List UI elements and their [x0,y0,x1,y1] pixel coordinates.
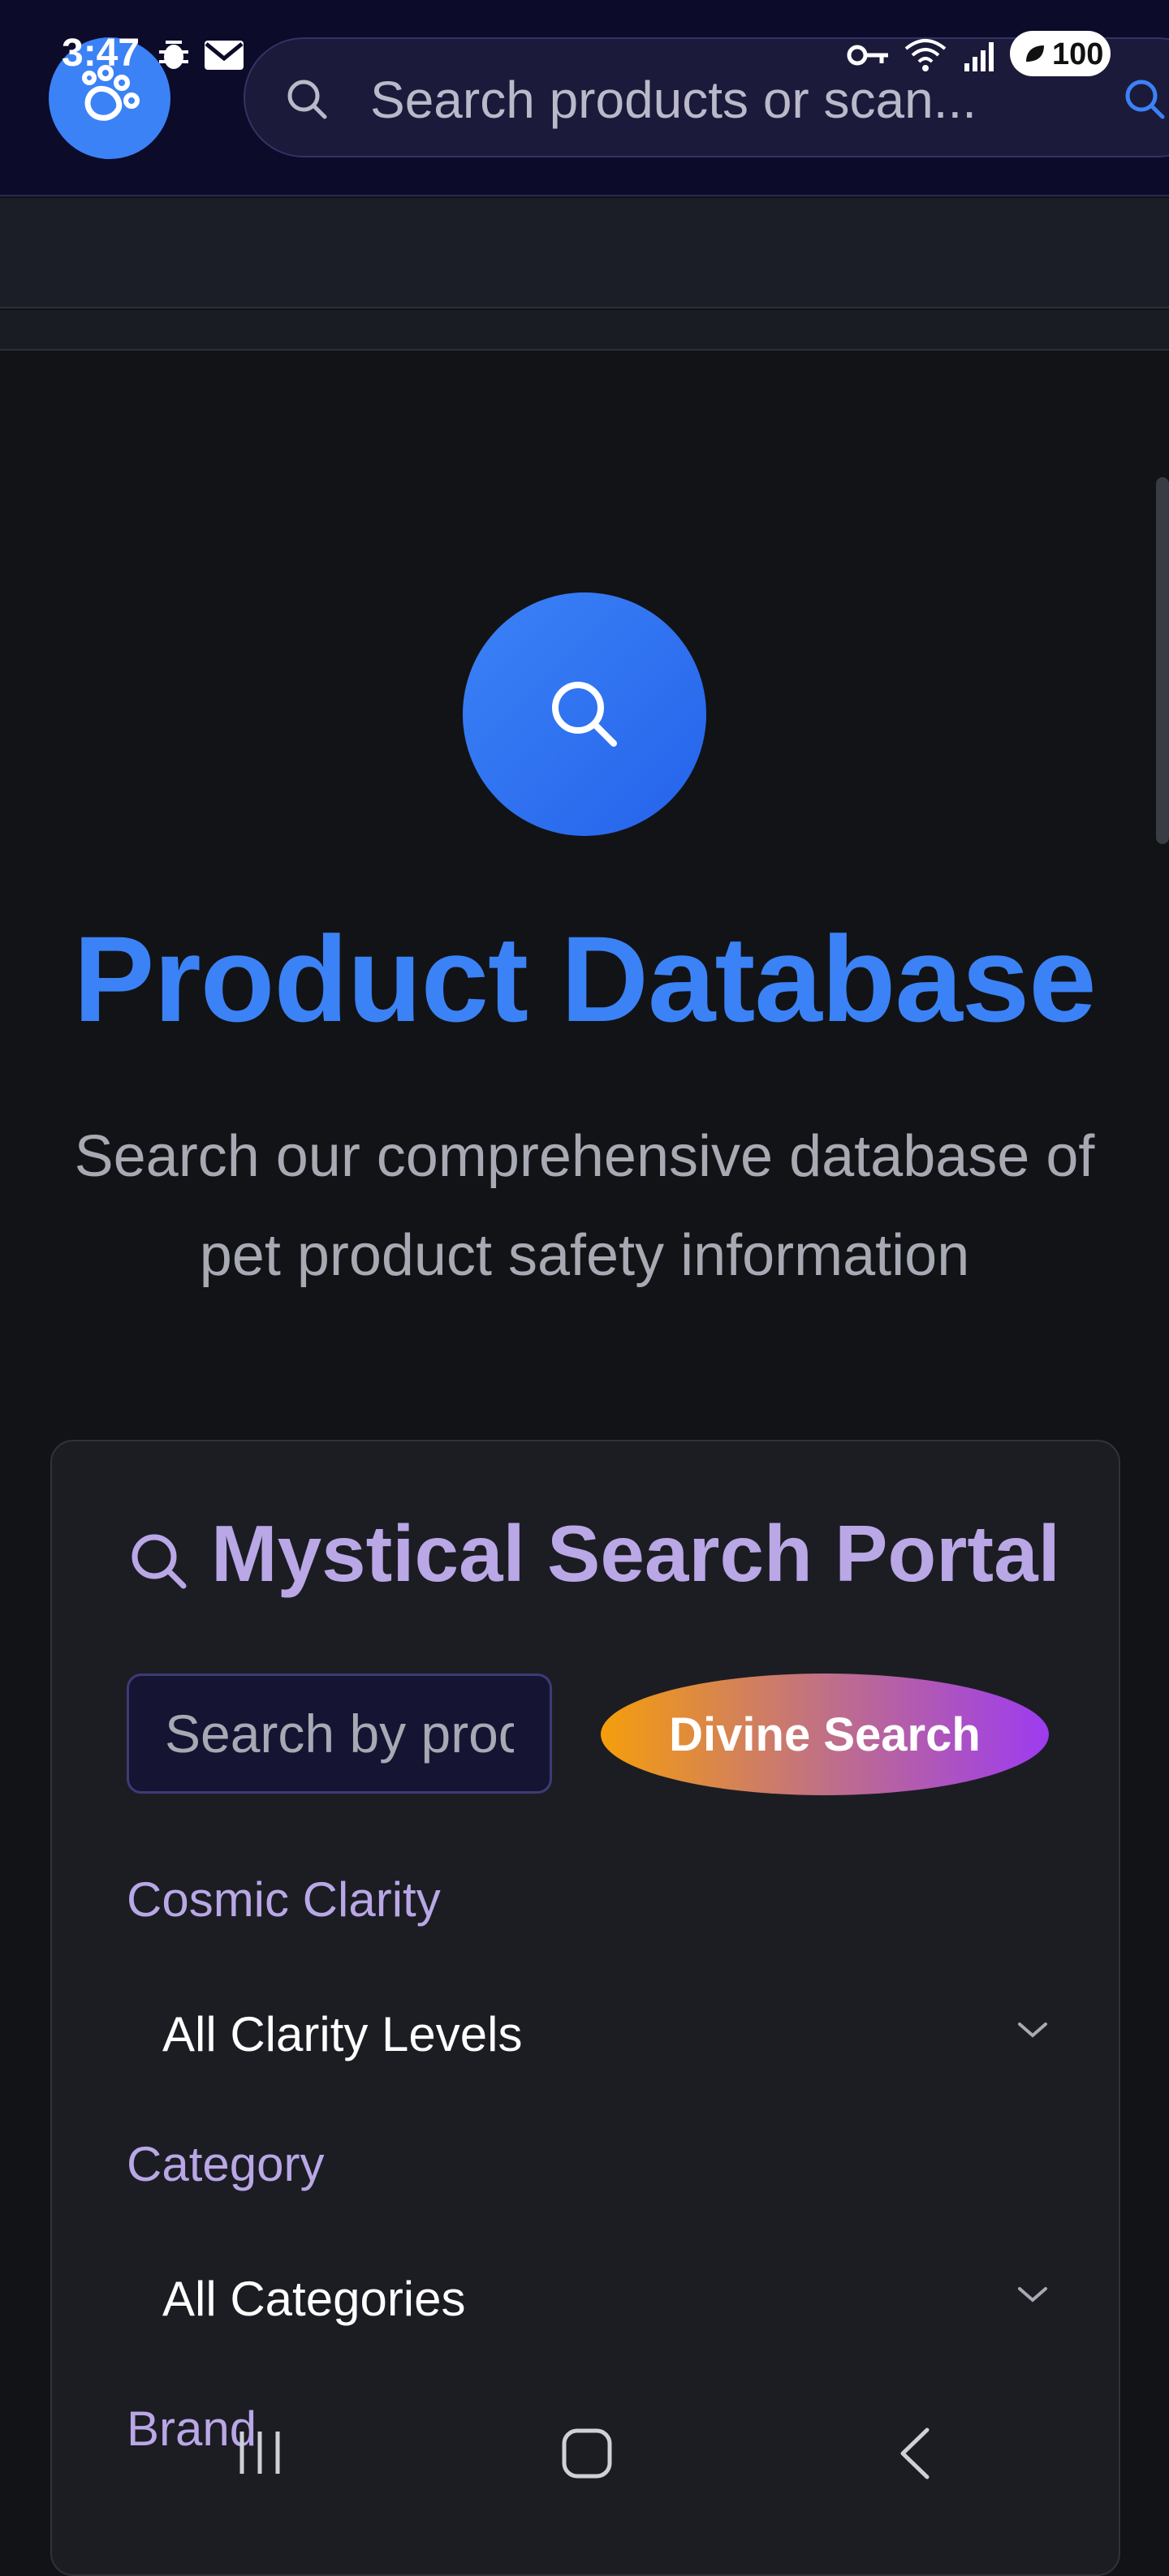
leaf-icon [1026,45,1044,62]
recent-apps-icon[interactable] [235,2425,284,2486]
status-time: 3:47 [62,32,140,75]
status-notification-icons [154,36,252,79]
cosmic-clarity-value: All Clarity Levels [162,2007,523,2061]
card-title: Mystical Search Portal [211,1509,1060,1598]
system-nav-bar [0,2402,1169,2532]
cosmic-clarity-select[interactable]: All Clarity Levels [127,1972,1085,2094]
cosmic-clarity-label: Cosmic Clarity [127,1872,441,1927]
battery-level: 100 [1052,37,1104,71]
divine-search-button[interactable]: Divine Search [601,1674,1049,1795]
status-system-icons [844,31,1007,80]
key-icon [847,45,888,66]
category-select[interactable]: All Categories [127,2237,1085,2358]
bug-icon [159,41,188,69]
sub-strip [0,310,1169,351]
chevron-down-icon [1016,2021,1049,2044]
wifi-icon [904,39,947,71]
tab-strip [0,198,1169,308]
chevron-down-icon [1016,2285,1049,2309]
page-title: Product Database [73,911,1096,1047]
back-icon[interactable] [896,2425,934,2486]
battery-indicator: 100 [1010,31,1111,76]
mail-icon [205,41,244,70]
page-scrollbar[interactable] [1156,477,1169,844]
page-subtitle: Search our comprehensive database of pet… [74,1124,1095,1288]
hero-search-icon [463,592,706,836]
product-search-input[interactable] [127,1674,552,1794]
status-bar: 3:47 100 [0,0,1169,106]
category-label: Category [127,2137,325,2191]
category-value: All Categories [162,2272,466,2326]
search-icon [127,1529,192,1598]
signal-icon [964,42,994,71]
home-icon[interactable] [560,2427,614,2484]
